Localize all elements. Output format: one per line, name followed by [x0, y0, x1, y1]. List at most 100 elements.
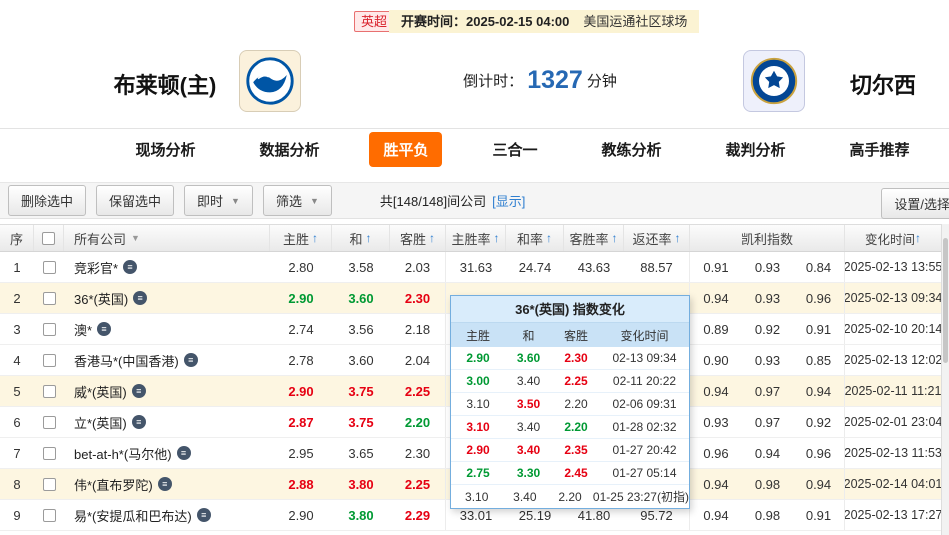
col-header-draw-rate[interactable]: 和率↑: [506, 225, 564, 251]
popup-odds-draw: 3.40: [505, 416, 552, 438]
odds-home: 2.90: [270, 376, 332, 406]
row-checkbox[interactable]: [43, 416, 56, 429]
kelly-away: 0.91: [793, 500, 845, 530]
table-scrollbar[interactable]: [941, 224, 949, 535]
nav-tab[interactable]: 高手推荐: [836, 132, 924, 167]
odds-home: 2.90: [270, 500, 332, 530]
odds-draw: 3.75: [332, 376, 390, 406]
kelly-home: 0.90: [690, 345, 742, 375]
row-checkbox[interactable]: [43, 385, 56, 398]
kelly-draw: 0.93: [742, 252, 793, 282]
nav-tab[interactable]: 裁判分析: [712, 132, 800, 167]
row-checkbox-cell: [34, 500, 64, 530]
company-count: 共[148/148]间公司 [显示]: [380, 191, 525, 210]
select-all-checkbox[interactable]: [42, 232, 55, 245]
sort-up-icon[interactable]: ↑: [675, 231, 681, 245]
sort-up-icon[interactable]: ↑: [494, 231, 500, 245]
odds-away: 2.20: [390, 407, 446, 437]
company-cell: 易*(安提瓜和巴布达) ≡: [64, 500, 270, 530]
company-name[interactable]: 36*(英国): [74, 289, 128, 308]
company-name[interactable]: bet-at-h*(马尔他): [74, 444, 172, 463]
popup-change-time: 01-25 23:27(初指): [593, 485, 689, 508]
chevron-down-icon[interactable]: ▼: [131, 233, 140, 243]
company-name[interactable]: 竞彩官*: [74, 258, 118, 277]
odds-history-icon[interactable]: ≡: [132, 415, 146, 429]
odds-draw: 3.80: [332, 500, 390, 530]
keep-selected-button[interactable]: 保留选中: [96, 185, 174, 216]
col-header-change-time[interactable]: 变化时间↑: [845, 225, 941, 251]
scrollbar-thumb[interactable]: [943, 238, 948, 363]
home-team-logo: [239, 50, 301, 112]
change-time: 2025-02-11 11:21: [845, 376, 941, 406]
col-header-company[interactable]: 所有公司▼: [64, 225, 270, 251]
odds-history-icon[interactable]: ≡: [158, 477, 172, 491]
col-header-payout[interactable]: 返还率↑: [624, 225, 690, 251]
company-name[interactable]: 威*(英国): [74, 382, 127, 401]
col-header-away-rate[interactable]: 客胜率↑: [564, 225, 624, 251]
row-checkbox-cell: [34, 345, 64, 375]
change-time: 2025-02-13 17:27: [845, 500, 941, 530]
show-link[interactable]: [显示]: [492, 194, 525, 209]
row-checkbox[interactable]: [43, 323, 56, 336]
company-name[interactable]: 澳*: [74, 320, 92, 339]
odds-history-icon[interactable]: ≡: [123, 260, 137, 274]
odds-history-icon[interactable]: ≡: [197, 508, 211, 522]
col-header-away[interactable]: 客胜↑: [390, 225, 446, 251]
odds-history-icon[interactable]: ≡: [133, 291, 147, 305]
row-checkbox[interactable]: [43, 447, 56, 460]
odds-change-popup: 36*(英国) 指数变化 主胜 和 客胜 变化时间 2.903.602.3002…: [450, 295, 690, 509]
time-mode-dropdown[interactable]: 即时▼: [184, 185, 253, 216]
sort-up-icon[interactable]: ↑: [546, 231, 552, 245]
odds-draw: 3.58: [332, 252, 390, 282]
popup-odds-home: 2.90: [451, 439, 505, 461]
sort-up-icon[interactable]: ↑: [612, 231, 618, 245]
sort-up-icon[interactable]: ↑: [429, 231, 435, 245]
sort-up-icon[interactable]: ↑: [312, 231, 318, 245]
company-name[interactable]: 易*(安提瓜和巴布达): [74, 506, 192, 525]
col-header-home[interactable]: 主胜↑: [270, 225, 332, 251]
nav-tab[interactable]: 胜平负: [369, 132, 442, 167]
company-name[interactable]: 伟*(直布罗陀): [74, 475, 153, 494]
sort-up-icon[interactable]: ↑: [915, 231, 921, 245]
nav-tab[interactable]: 现场分析: [121, 132, 209, 167]
odds-history-icon[interactable]: ≡: [177, 446, 191, 460]
row-checkbox-cell: [34, 283, 64, 313]
nav-tab[interactable]: 教练分析: [588, 132, 676, 167]
odds-history-icon[interactable]: ≡: [132, 384, 146, 398]
popup-col-home: 主胜: [451, 323, 505, 347]
filter-label: 筛选: [276, 191, 302, 210]
kelly-away: 0.94: [793, 376, 845, 406]
kelly-draw: 0.94: [742, 438, 793, 468]
settings-button[interactable]: 设置/选择: [881, 188, 949, 219]
popup-odds-away: 2.35: [552, 439, 600, 461]
change-time: 2025-02-13 11:53: [845, 438, 941, 468]
company-count-text: 共[148/148]间公司: [380, 194, 486, 209]
company-name[interactable]: 香港马*(中国香港): [74, 351, 179, 370]
col-header-draw[interactable]: 和↑: [332, 225, 390, 251]
chelsea-crest-icon: [750, 57, 798, 105]
row-checkbox[interactable]: [43, 509, 56, 522]
popup-odds-draw: 3.60: [505, 347, 552, 369]
table-row[interactable]: 1竞彩官*≡2.803.582.0331.6324.7443.6388.570.…: [0, 252, 941, 283]
row-checkbox[interactable]: [43, 292, 56, 305]
kelly-home: 0.93: [690, 407, 742, 437]
kickoff-time: 2025-02-15 04:00: [466, 14, 569, 29]
filter-dropdown[interactable]: 筛选▼: [263, 185, 332, 216]
popup-odds-draw: 3.50: [505, 393, 552, 415]
row-checkbox[interactable]: [43, 478, 56, 491]
row-checkbox[interactable]: [43, 354, 56, 367]
nav-tab[interactable]: 三合一: [478, 132, 551, 167]
col-header-home-rate[interactable]: 主胜率↑: [446, 225, 506, 251]
sort-up-icon[interactable]: ↑: [366, 231, 372, 245]
company-name[interactable]: 立*(英国): [74, 413, 127, 432]
row-index: 9: [0, 500, 34, 530]
delete-selected-button[interactable]: 删除选中: [8, 185, 86, 216]
col-header-kelly[interactable]: 凯利指数: [690, 225, 845, 251]
nav-tab[interactable]: 数据分析: [245, 132, 333, 167]
row-checkbox[interactable]: [43, 261, 56, 274]
odds-history-icon[interactable]: ≡: [184, 353, 198, 367]
odds-history-icon[interactable]: ≡: [97, 322, 111, 336]
league-badge: 英超: [354, 11, 394, 32]
kickoff-info: 开赛时间：2025-02-15 04:00美国运通社区球场: [389, 10, 699, 33]
kelly-home: 0.96: [690, 438, 742, 468]
